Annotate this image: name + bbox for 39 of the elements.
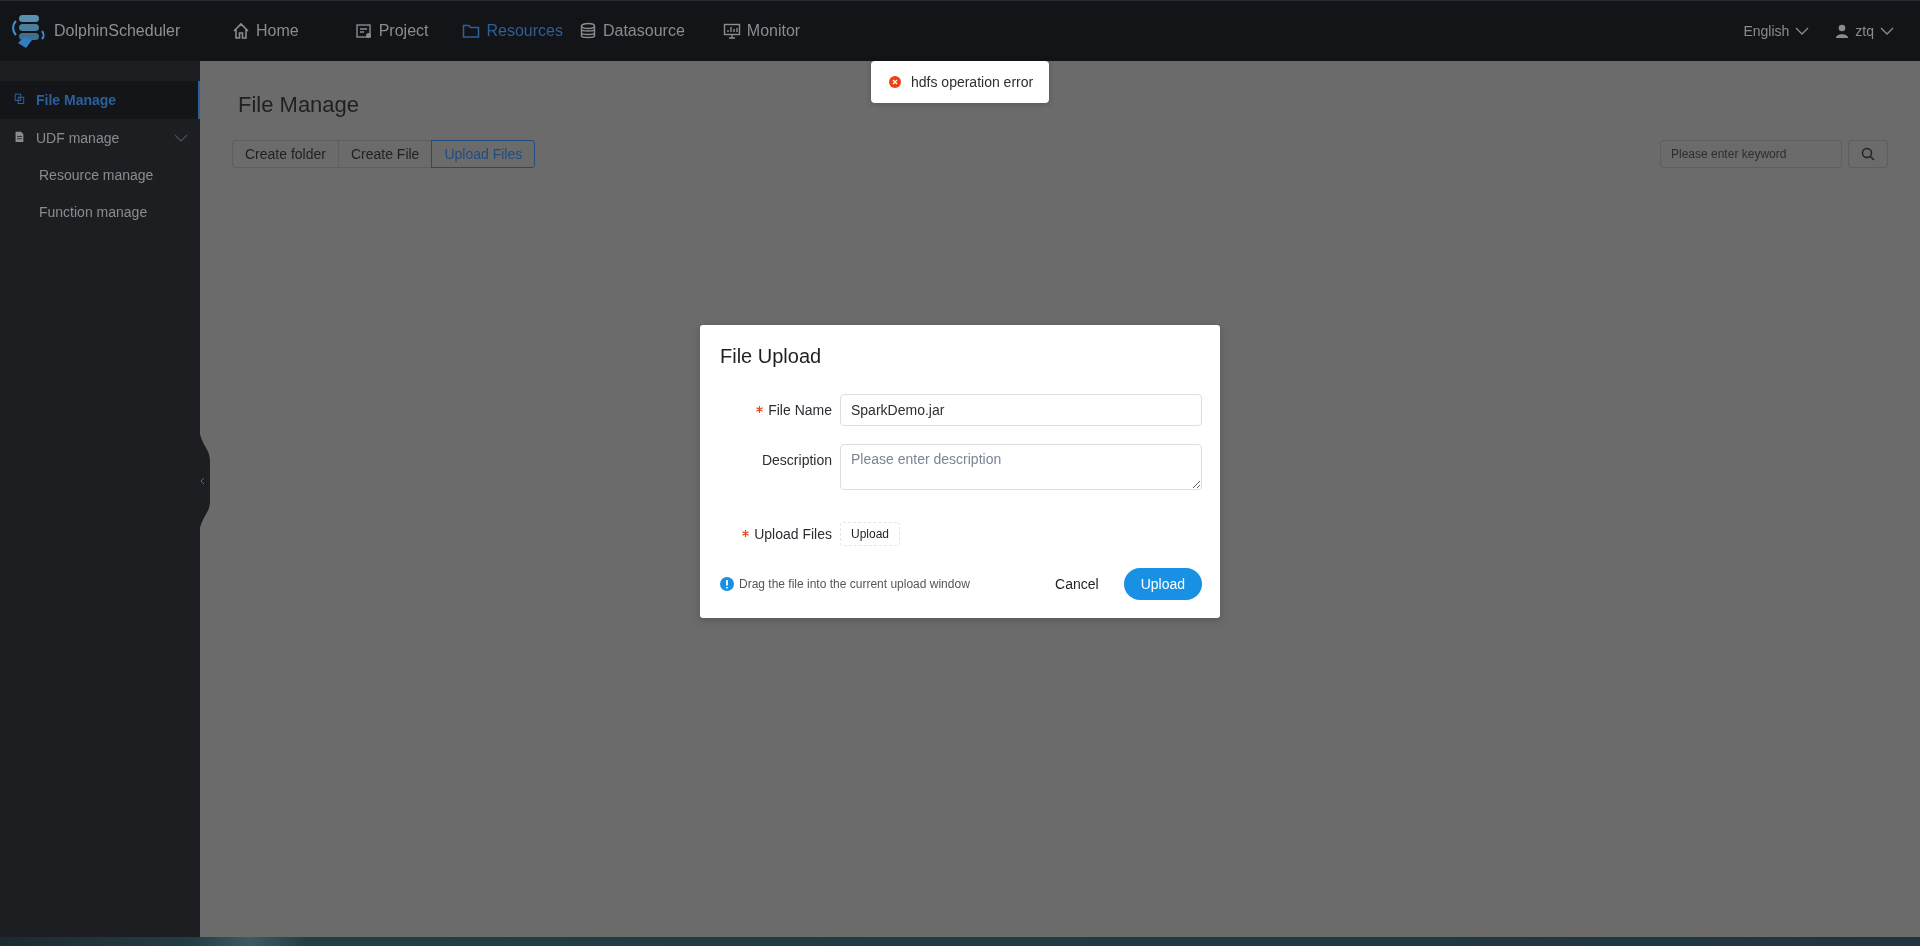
language-menu[interactable]: English xyxy=(1743,23,1810,39)
search-icon xyxy=(1861,147,1875,161)
nav-tab[interactable]: Monitor xyxy=(722,22,801,40)
toolbar-button[interactable]: Create File xyxy=(337,140,433,168)
sidebar-item[interactable]: UDF manage xyxy=(0,119,200,157)
info-icon xyxy=(720,576,734,591)
house-icon xyxy=(232,22,250,40)
toast-message: hdfs operation error xyxy=(911,74,1034,90)
database-icon xyxy=(578,22,597,40)
folder-icon xyxy=(462,22,481,40)
field-label: Upload Files xyxy=(754,525,832,542)
page-title: File Manage xyxy=(238,92,361,118)
description-field[interactable]: Please enter description xyxy=(840,443,1202,490)
field-label: Description xyxy=(761,451,832,468)
nav-tab[interactable]: Home xyxy=(232,22,299,40)
user-icon xyxy=(1835,24,1850,38)
error-icon xyxy=(889,76,901,88)
user-menu[interactable]: ztq xyxy=(1835,23,1894,39)
file-name-field[interactable]: SparkDemo.jar xyxy=(840,393,1202,426)
app-name: DolphinScheduler xyxy=(54,22,181,40)
chevron-down-icon xyxy=(1795,27,1810,35)
upload-submit-button[interactable]: Upload xyxy=(1123,567,1202,600)
cancel-button[interactable]: Cancel xyxy=(1045,568,1109,599)
sidebar-subitem[interactable]: Function manage xyxy=(0,194,200,231)
nav-tab[interactable]: Resources xyxy=(462,22,563,40)
nav-tab[interactable]: Project xyxy=(354,22,429,40)
sidebar-item[interactable]: File Manage xyxy=(0,81,200,119)
search-button[interactable] xyxy=(1848,140,1888,168)
monitor-chart-icon xyxy=(722,22,741,40)
chevron-down-icon xyxy=(1880,27,1894,35)
dialog-title: File Upload xyxy=(720,344,823,368)
sidebar-subitem[interactable]: Resource manage xyxy=(0,157,200,194)
document-gear-icon xyxy=(354,22,373,40)
upload-button[interactable]: Upload xyxy=(840,521,901,546)
field-label: File Name xyxy=(768,401,832,418)
search-field[interactable]: Please enter keyword xyxy=(1660,140,1842,168)
toolbar-button[interactable]: Create folder xyxy=(232,140,339,168)
hint-text: Drag the file into the current upload window xyxy=(739,576,970,591)
nav-tab[interactable]: Datasource xyxy=(578,22,685,40)
